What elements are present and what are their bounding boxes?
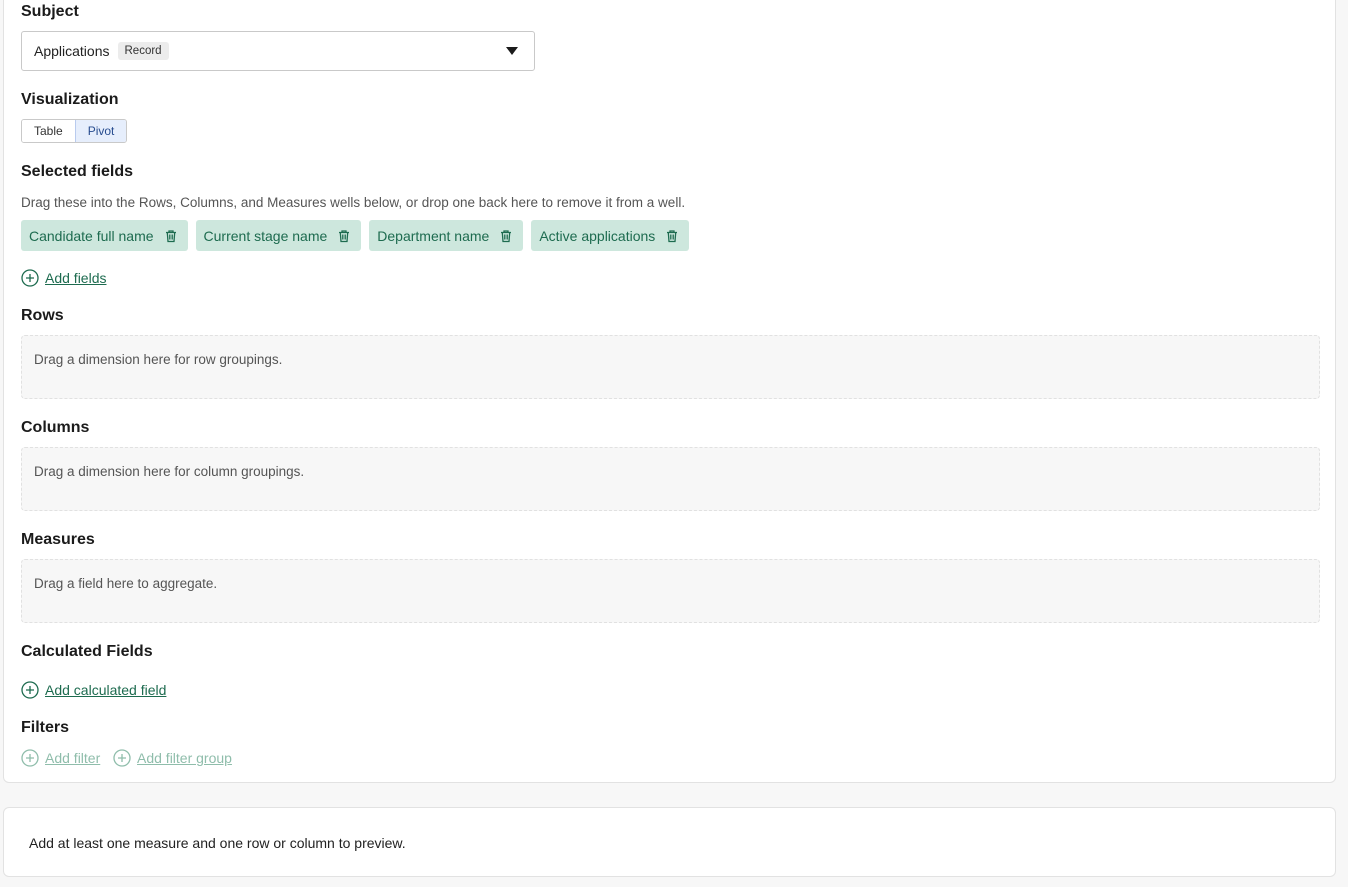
columns-well-placeholder: Drag a dimension here for column groupin… [34, 464, 305, 479]
rows-well-placeholder: Drag a dimension here for row groupings. [34, 352, 283, 367]
subject-value: Applications [34, 43, 110, 59]
record-badge: Record [117, 42, 169, 60]
visualization-title: Visualization [21, 91, 119, 108]
trash-icon[interactable] [164, 229, 178, 243]
measures-title: Measures [21, 531, 95, 548]
rows-title: Rows [21, 307, 64, 324]
add-filter-link[interactable]: Add filter [21, 749, 100, 767]
report-builder-card: Subject Applications Record Visualizatio… [3, 0, 1336, 783]
trash-icon[interactable] [337, 229, 351, 243]
trash-icon[interactable] [499, 229, 513, 243]
field-chip[interactable]: Department name [369, 220, 524, 251]
field-chip-label: Current stage name [203, 227, 328, 244]
field-chip-label: Candidate full name [29, 227, 154, 244]
field-chip[interactable]: Candidate full name [21, 220, 188, 251]
add-fields-link[interactable]: Add fields [21, 269, 106, 287]
add-calculated-field-label: Add calculated field [45, 682, 167, 698]
plus-circle-icon [21, 681, 39, 699]
trash-icon[interactable] [665, 229, 679, 243]
filters-title: Filters [21, 719, 70, 736]
add-filter-label: Add filter [45, 750, 101, 766]
selected-fields-list: Candidate full name Current stage name D… [21, 220, 690, 251]
selected-fields-title: Selected fields [21, 163, 134, 180]
plus-circle-icon [21, 749, 39, 767]
measures-well[interactable]: Drag a field here to aggregate. [21, 559, 1320, 623]
subject-title: Subject [21, 3, 79, 20]
preview-panel: Add at least one measure and one row or … [3, 807, 1336, 877]
calculated-fields-title: Calculated Fields [21, 643, 153, 660]
measures-well-placeholder: Drag a field here to aggregate. [34, 576, 218, 591]
preview-message: Add at least one measure and one row or … [29, 835, 406, 851]
field-chip[interactable]: Current stage name [195, 220, 362, 251]
selected-fields-helper: Drag these into the Rows, Columns, and M… [21, 195, 686, 210]
rows-well[interactable]: Drag a dimension here for row groupings. [21, 335, 1320, 399]
field-chip-label: Department name [377, 227, 490, 244]
visualization-pivot-button[interactable]: Pivot [74, 120, 127, 142]
caret-down-icon [506, 47, 518, 55]
plus-circle-icon [21, 269, 39, 287]
columns-well[interactable]: Drag a dimension here for column groupin… [21, 447, 1320, 511]
subject-select[interactable]: Applications Record [21, 31, 535, 71]
add-fields-label: Add fields [45, 270, 107, 286]
add-calculated-field-link[interactable]: Add calculated field [21, 681, 166, 699]
columns-title: Columns [21, 419, 90, 436]
add-filter-group-label: Add filter group [137, 750, 232, 766]
plus-circle-icon [113, 749, 131, 767]
visualization-table-button[interactable]: Table [22, 120, 75, 142]
visualization-toggle: Table Pivot [21, 119, 128, 143]
add-filter-group-link[interactable]: Add filter group [113, 749, 232, 767]
field-chip-label: Active applications [539, 227, 656, 244]
field-chip[interactable]: Active applications [531, 220, 690, 251]
